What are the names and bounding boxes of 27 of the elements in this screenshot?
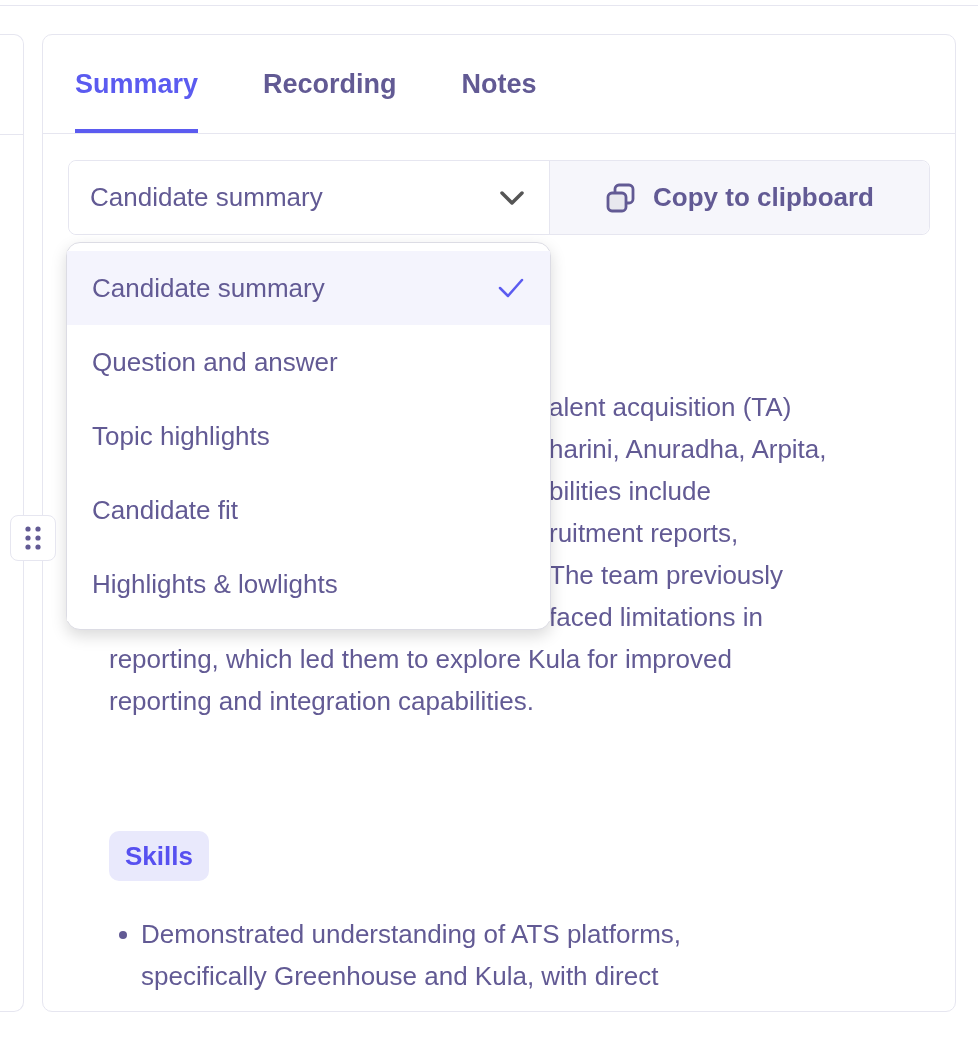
dropdown-option[interactable]: Highlights & lowlights <box>67 547 550 621</box>
dropdown-option[interactable]: Candidate summary <box>67 251 550 325</box>
summary-text: bilities include <box>549 476 711 506</box>
summary-text: faced limitations in <box>549 602 763 632</box>
skill-text: Demonstrated understanding of ATS platforms, specifically Greenhouse and Kula, with direct <box>141 918 683 993</box>
tab[interactable]: Notes <box>461 35 537 133</box>
copy-to-clipboard-button[interactable]: Copy to clipboard <box>550 161 929 234</box>
drag-dots-icon <box>25 526 41 550</box>
bullet-icon <box>119 931 127 939</box>
summary-text: harini, Anuradha, Arpita, <box>549 434 827 464</box>
summary-text: reporting and integration capabilities. <box>109 686 534 716</box>
select-value: Candidate summary <box>90 181 323 214</box>
tab[interactable]: Summary <box>75 35 199 133</box>
dropdown-option[interactable]: Question and answer <box>67 325 550 399</box>
checkmark-icon <box>497 277 525 299</box>
dropdown-option[interactable]: Topic highlights <box>67 399 550 473</box>
summary-text: The team previously <box>549 560 784 590</box>
skills-tag: Skills <box>109 831 209 881</box>
summary-type-select[interactable]: Candidate summary <box>69 161 550 234</box>
summary-text: alent acquisition (TA) <box>549 392 792 422</box>
tab[interactable]: Recording <box>263 35 397 133</box>
copy-icon <box>605 181 637 214</box>
dropdown-option[interactable]: Candidate fit <box>67 473 550 547</box>
chevron-down-icon <box>499 189 525 206</box>
drag-handle[interactable] <box>10 515 56 561</box>
summary-text: reporting, which led them to explore Kula for improved <box>109 644 732 674</box>
summary-text: ruitment reports, <box>549 518 739 548</box>
